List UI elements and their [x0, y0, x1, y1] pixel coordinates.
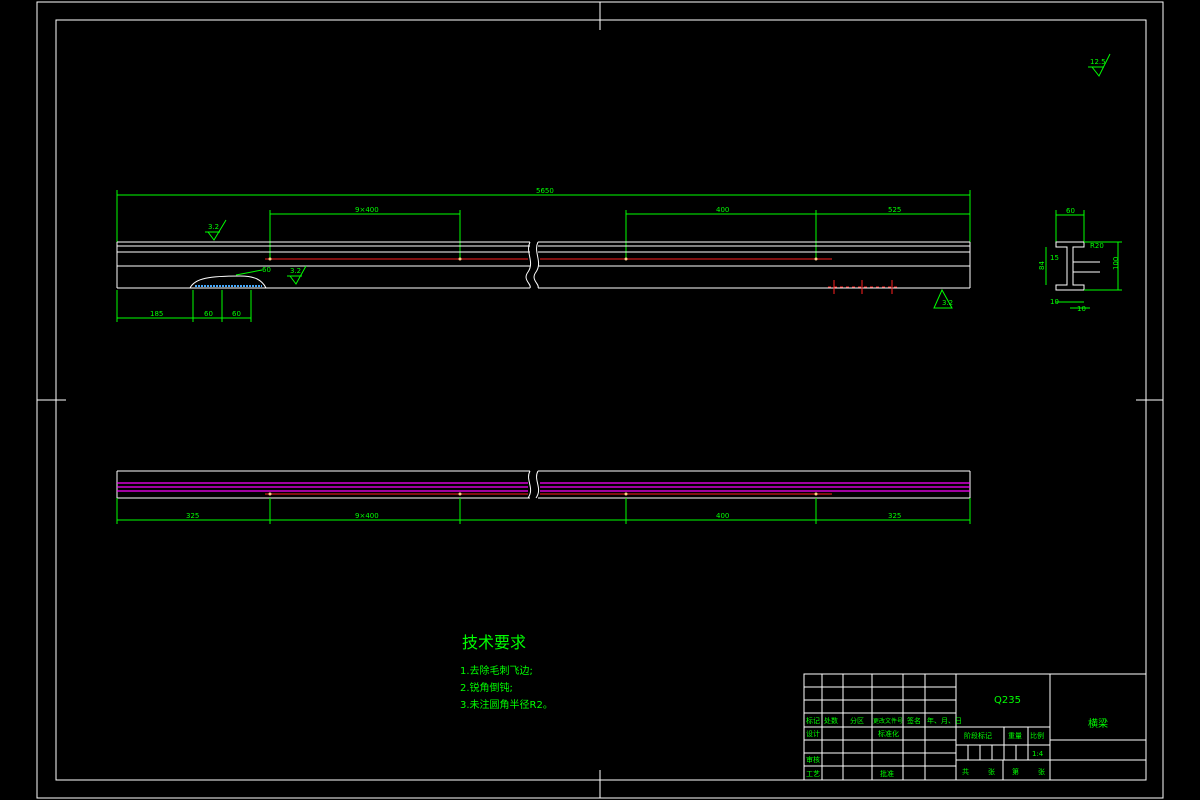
dim-overall: 5650 — [536, 187, 554, 195]
dim-span-left: 9×400 — [355, 206, 379, 214]
svg-text:工艺: 工艺 — [806, 770, 820, 778]
svg-text:年、月、日: 年、月、日 — [927, 716, 962, 725]
bdim-span-left: 9×400 — [355, 512, 379, 520]
svg-text:设计: 设计 — [806, 729, 820, 738]
dim-span-right: 525 — [888, 206, 901, 214]
svg-text:3.2: 3.2 — [290, 267, 301, 275]
bdim-right: 325 — [888, 512, 901, 520]
svg-text:阶段标记: 阶段标记 — [964, 731, 992, 740]
svg-text:3.2: 3.2 — [942, 299, 953, 307]
svg-text:重量: 重量 — [1008, 732, 1022, 740]
technical-requirements: 技术要求 1.去除毛刺飞边; 2.锐角倒钝; 3.未注圆角半径R2。 — [460, 633, 553, 711]
requirement-2: 2.锐角倒钝; — [460, 681, 513, 694]
sec-r: R20 — [1090, 242, 1104, 250]
sec-flange: 15 — [1050, 254, 1059, 262]
dim-weld: 60 — [262, 266, 271, 274]
svg-text:分区: 分区 — [850, 716, 864, 725]
svg-text:第: 第 — [1012, 767, 1019, 776]
dim-bottom-a: 185 — [150, 310, 163, 318]
svg-text:审核: 审核 — [806, 755, 820, 764]
svg-text:签名: 签名 — [907, 716, 921, 725]
sec-bottom: 10 — [1050, 298, 1059, 306]
requirement-3: 3.未注圆角半径R2。 — [460, 698, 553, 711]
svg-text:1:4: 1:4 — [1032, 750, 1044, 758]
svg-text:3.2: 3.2 — [208, 223, 219, 231]
material: Q235 — [994, 695, 1021, 706]
roughness-value: 12.5 — [1090, 58, 1106, 66]
svg-text:张: 张 — [988, 767, 995, 776]
roughness-mark-3: 3.2 — [933, 288, 953, 309]
inner-frame — [55, 19, 1147, 781]
part-name: 横梁 — [1088, 717, 1108, 730]
svg-text:批准: 批准 — [880, 769, 894, 778]
svg-text:处数: 处数 — [824, 716, 838, 725]
sec-web: 10 — [1077, 305, 1086, 313]
dim-span-mid: 400 — [716, 206, 729, 214]
sec-height-outer: 100 — [1112, 257, 1120, 270]
dim-bottom-b: 60 — [204, 310, 213, 318]
requirement-1: 1.去除毛刺飞边; — [460, 664, 533, 677]
svg-text:标准化: 标准化 — [878, 729, 899, 738]
drawing-canvas: 12.5 5650 9×400 400 525 3.2 3.2 3.2 60 1… — [36, 1, 1164, 799]
sec-width: 60 — [1066, 207, 1075, 215]
section-view: 60 100 R20 84 15 10 10 — [1038, 207, 1122, 313]
svg-text:比例: 比例 — [1030, 731, 1044, 740]
roughness-mark-1: 3.2 — [205, 219, 227, 241]
svg-text:更改文件号: 更改文件号 — [873, 717, 903, 725]
sec-height-inner: 84 — [1038, 261, 1046, 270]
svg-text:标记: 标记 — [806, 716, 820, 725]
bdim-span-mid: 400 — [716, 512, 729, 520]
svg-text:共: 共 — [962, 767, 969, 776]
outer-frame — [36, 1, 1164, 799]
requirements-title: 技术要求 — [462, 633, 526, 652]
roughness-symbol-general: 12.5 — [1088, 53, 1111, 77]
title-block: Q235 横梁 标记 处数 分区 更改文件号 签名 年、月、日 设计 标准化 审… — [803, 673, 1147, 781]
bottom-view: 325 9×400 400 325 — [116, 470, 971, 524]
roughness-mark-2: 3.2 — [287, 265, 307, 285]
bdim-left: 325 — [186, 512, 199, 520]
top-view: 5650 9×400 400 525 3.2 3.2 3.2 60 185 60… — [116, 187, 971, 322]
svg-text:张: 张 — [1038, 767, 1045, 776]
dim-bottom-c: 60 — [232, 310, 241, 318]
